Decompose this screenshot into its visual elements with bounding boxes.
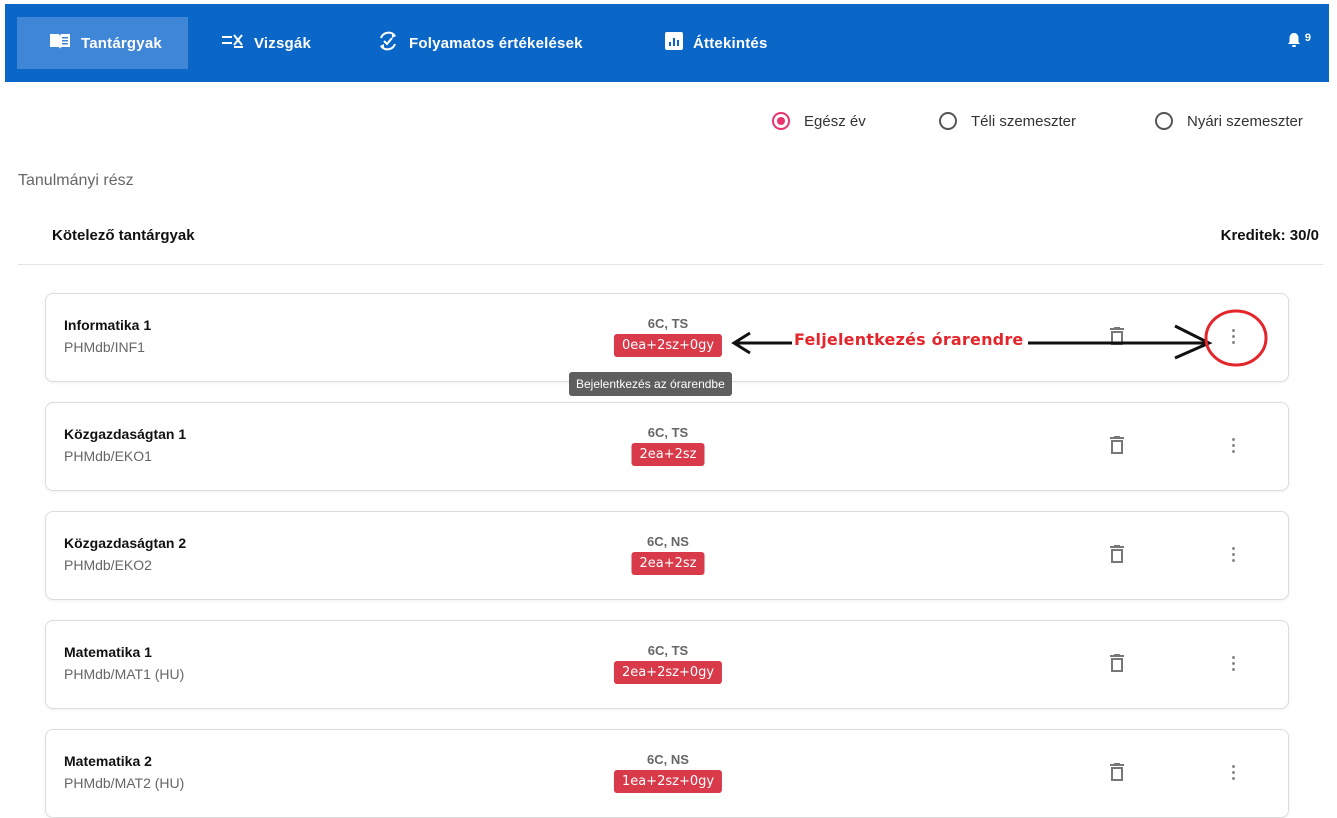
radio-teli-szemeszter[interactable]: Téli szemeszter <box>939 112 1076 130</box>
course-name: Informatika 1 <box>64 317 152 333</box>
course-name: Közgazdaságtan 1 <box>64 426 187 442</box>
trash-icon[interactable] <box>1110 436 1124 459</box>
radio-circle <box>1155 112 1173 130</box>
credits-summary: Kreditek: 30/0 <box>1220 227 1319 244</box>
nav-label: Tantárgyak <box>81 34 162 52</box>
radio-circle <box>939 112 957 130</box>
course-meta: 6C, TS <box>647 425 689 440</box>
course-meta: 6C, NS <box>647 752 689 767</box>
more-options-icon[interactable] <box>1228 654 1238 676</box>
course-code: PHMdb/MAT2 (HU) <box>64 775 185 791</box>
nav-tab-vizsgak[interactable]: Vizsgák <box>222 17 311 69</box>
course-card[interactable]: Közgazdaságtan 1 PHMdb/EKO1 6C, TS 2ea+2… <box>45 402 1289 491</box>
course-name: Közgazdaságtan 2 <box>64 535 187 551</box>
trash-icon[interactable] <box>1110 545 1124 568</box>
radio-nyari-szemeszter[interactable]: Nyári szemeszter <box>1155 112 1303 130</box>
radio-label: Nyári szemeszter <box>1187 112 1303 130</box>
refresh-check-icon <box>377 30 399 56</box>
nav-label: Áttekintés <box>693 34 768 52</box>
course-card[interactable]: Közgazdaságtan 2 PHMdb/EKO2 6C, NS 2ea+2… <box>45 511 1289 600</box>
section-title: Tanulmányi rész <box>18 172 134 189</box>
notifications-button[interactable]: 9 <box>1287 32 1311 51</box>
chart-icon <box>665 32 683 54</box>
course-card[interactable]: Matematika 1 PHMdb/MAT1 (HU) 6C, TS 2ea+… <box>45 620 1289 709</box>
top-nav: Tantárgyak Vizsgák Folyamatos értékelése… <box>5 4 1329 82</box>
more-options-icon[interactable] <box>1228 545 1238 567</box>
trash-icon[interactable] <box>1110 654 1124 677</box>
course-code: PHMdb/INF1 <box>64 339 145 355</box>
nav-tab-attekintes[interactable]: Áttekintés <box>665 17 768 69</box>
schedule-badge[interactable]: 2ea+2sz <box>631 552 705 575</box>
course-card[interactable]: Matematika 2 PHMdb/MAT2 (HU) 6C, NS 1ea+… <box>45 729 1289 818</box>
course-card[interactable]: Informatika 1 PHMdb/INF1 6C, TS 0ea+2sz+… <box>45 293 1289 382</box>
annotation-label: Feljelentkezés órarendre <box>794 330 1024 349</box>
group-title: Kötelező tantárgyak <box>52 227 195 244</box>
course-code: PHMdb/EKO1 <box>64 448 152 464</box>
book-icon <box>49 32 71 54</box>
radio-egesz-ev[interactable]: Egész év <box>772 112 866 130</box>
course-code: PHMdb/MAT1 (HU) <box>64 666 185 682</box>
course-name: Matematika 1 <box>64 644 152 660</box>
nav-label: Folyamatos értékelések <box>409 34 583 52</box>
notification-count: 9 <box>1304 32 1311 44</box>
course-meta: 6C, NS <box>647 534 689 549</box>
schedule-badge[interactable]: 2ea+2sz <box>631 443 705 466</box>
course-meta: 6C, TS <box>647 316 689 331</box>
bell-icon <box>1287 32 1301 51</box>
schedule-badge[interactable]: 1ea+2sz+0gy <box>613 770 723 793</box>
trash-icon[interactable] <box>1110 763 1124 786</box>
more-options-icon[interactable] <box>1228 327 1238 349</box>
nav-tab-folyamatos-ertekelesek[interactable]: Folyamatos értékelések <box>377 17 583 69</box>
course-meta: 6C, TS <box>647 643 689 658</box>
divider <box>18 264 1323 265</box>
nav-tab-tantargyak[interactable]: Tantárgyak <box>17 17 188 69</box>
course-name: Matematika 2 <box>64 753 152 769</box>
course-code: PHMdb/EKO2 <box>64 557 152 573</box>
radio-label: Téli szemeszter <box>971 112 1077 130</box>
tooltip: Bejelentkezés az órarendbe <box>569 372 732 396</box>
more-options-icon[interactable] <box>1228 436 1238 458</box>
radio-label: Egész év <box>804 112 866 130</box>
schedule-badge[interactable]: 0ea+2sz+0gy <box>613 334 723 357</box>
nav-label: Vizsgák <box>254 34 311 52</box>
trash-icon[interactable] <box>1110 327 1124 350</box>
radio-circle <box>772 112 790 130</box>
schedule-badge[interactable]: 2ea+2sz+0gy <box>613 661 723 684</box>
exam-list-icon <box>222 33 244 53</box>
more-options-icon[interactable] <box>1228 763 1238 785</box>
